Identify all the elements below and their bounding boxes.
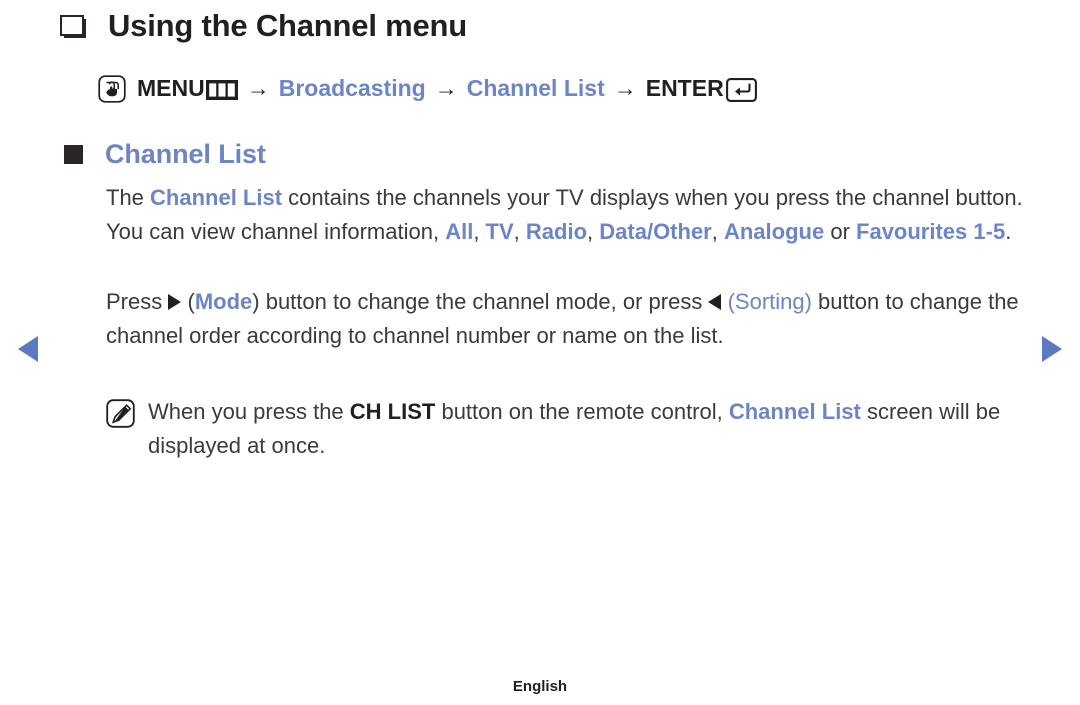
p1-term-tv: TV	[485, 219, 514, 244]
note-term-channel-list: Channel List	[728, 399, 861, 424]
breadcrumb-arrow-2: →	[434, 74, 458, 101]
p2-text-3: ) button to change the channel mode, or …	[252, 289, 709, 314]
paragraph-mode-sorting: Press (Mode) button to change the channe…	[106, 285, 1036, 353]
note-block: When you press the CH LIST button on the…	[106, 395, 1036, 463]
breadcrumb-enter-label: ENTER	[645, 74, 724, 101]
p1-sep-3: ,	[587, 219, 600, 244]
triangle-left-icon	[708, 294, 722, 310]
note-text: When you press the CH LIST button on the…	[148, 395, 1036, 463]
p1-term-analogue: Analogue	[723, 219, 825, 244]
next-page-arrow-icon[interactable]	[1042, 336, 1062, 362]
p1-text-4: .	[1005, 219, 1012, 244]
page-title-row: Using the Channel menu	[60, 8, 467, 44]
footer-language: English	[512, 678, 568, 695]
triangle-right-icon	[168, 294, 182, 310]
section-heading-row: Channel List	[64, 139, 266, 170]
breadcrumb-step-broadcasting: Broadcasting	[278, 74, 426, 101]
breadcrumb-arrow-3: →	[613, 74, 637, 101]
outlined-square-bullet-icon	[60, 15, 86, 38]
p1-term-radio: Radio	[525, 219, 588, 244]
hand-touch-icon	[98, 75, 126, 103]
breadcrumb-arrow-1: →	[246, 74, 270, 101]
note-text-2: button on the remote control,	[435, 399, 729, 424]
breadcrumb-menu-label: MENU	[137, 74, 205, 101]
menu-grid-icon	[205, 79, 238, 100]
p2-term-mode: Mode	[194, 289, 253, 314]
p2-text-1: Press	[106, 289, 169, 314]
p2-text-2: (	[181, 289, 195, 314]
note-text-1: When you press the	[148, 399, 350, 424]
paragraph-channel-list-description: The Channel List contains the channels y…	[106, 181, 1036, 249]
p2-term-sorting: (Sorting)	[727, 289, 812, 314]
manual-page: Using the Channel menu MENU → Broadcasti…	[0, 0, 1080, 705]
section-title: Channel List	[105, 139, 266, 169]
p1-sep-4: ,	[711, 219, 724, 244]
note-term-ch-list: CH LIST	[349, 399, 436, 424]
p1-term-channel-list: Channel List	[150, 185, 283, 210]
filled-square-bullet-icon	[64, 145, 83, 164]
breadcrumb-step-channel-list: Channel List	[466, 74, 605, 101]
p1-term-all: All	[445, 219, 474, 244]
previous-page-arrow-icon[interactable]	[18, 336, 38, 362]
p1-term-data-other: Data/Other	[599, 219, 712, 244]
p1-sep-1: ,	[473, 219, 486, 244]
p1-text-3: or	[824, 219, 857, 244]
p1-text-1: The	[106, 185, 151, 210]
page-title: Using the Channel menu	[108, 8, 468, 43]
note-pencil-icon	[106, 399, 135, 428]
p1-sep-2: ,	[513, 219, 526, 244]
enter-key-icon	[725, 78, 757, 102]
breadcrumb: MENU → Broadcasting → Channel List → ENT…	[98, 74, 757, 103]
p1-term-favourites: Favourites 1-5	[856, 219, 1006, 244]
